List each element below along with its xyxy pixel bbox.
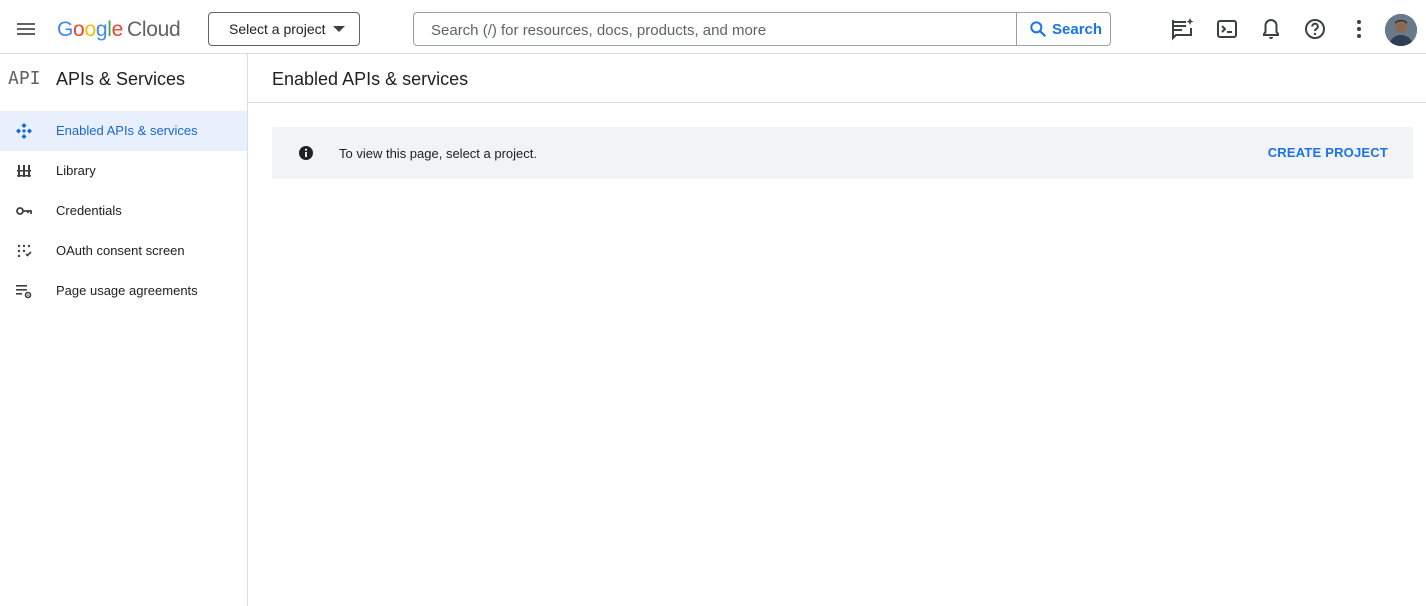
- avatar[interactable]: [1385, 14, 1417, 46]
- sidebar-item-credentials[interactable]: Credentials: [0, 191, 247, 231]
- help-icon[interactable]: [1303, 17, 1327, 41]
- sidebar-item-label: Enabled APIs & services: [56, 123, 198, 138]
- project-picker-button[interactable]: Select a project: [208, 12, 360, 46]
- sidebar-nav: Enabled APIs & services Library Credenti…: [0, 111, 247, 311]
- page-title: Enabled APIs & services: [272, 69, 469, 89]
- search-icon: [1030, 21, 1046, 37]
- sidebar-item-label: Page usage agreements: [56, 283, 198, 298]
- sidebar-item-enabled-apis[interactable]: Enabled APIs & services: [0, 111, 247, 151]
- main-content: Enabled APIs & services To view this pag…: [248, 54, 1426, 606]
- key-icon: [16, 207, 32, 215]
- svg-text:API: API: [8, 68, 41, 87]
- notifications-icon[interactable]: [1259, 17, 1283, 41]
- search-button-label: Search: [1052, 20, 1103, 38]
- top-bar: Google Cloud Select a project Search: [0, 6, 1426, 54]
- menu-icon[interactable]: [14, 17, 38, 41]
- info-icon: [299, 146, 313, 160]
- library-icon: [17, 165, 31, 177]
- page-header: Enabled APIs & services: [248, 54, 1426, 103]
- sidebar-header: API APIs & Services: [0, 54, 247, 102]
- caret-down-icon: [333, 26, 345, 32]
- sidebar-item-page-usage-agreements[interactable]: Page usage agreements: [0, 271, 247, 311]
- enabled-apis-icon: [16, 123, 32, 139]
- settings-list-icon: [16, 285, 32, 299]
- search-box: [413, 12, 1017, 47]
- search-button[interactable]: Search: [1016, 12, 1111, 46]
- api-logo-icon: API: [8, 68, 41, 87]
- gemini-chat-icon[interactable]: [1171, 17, 1195, 41]
- project-picker-label: Select a project: [229, 21, 326, 37]
- sidebar-item-label: Credentials: [56, 203, 122, 218]
- create-project-button[interactable]: CREATE PROJECT: [1268, 145, 1388, 160]
- user-avatar-icon: [1385, 14, 1417, 46]
- sidebar-item-oauth-consent[interactable]: OAuth consent screen: [0, 231, 247, 271]
- oauth-consent-icon: [17, 244, 32, 258]
- sidebar: API APIs & Services Enabled APIs & servi…: [0, 54, 248, 606]
- search-input[interactable]: [429, 13, 1013, 47]
- cloud-shell-icon[interactable]: [1215, 17, 1239, 41]
- sidebar-item-library[interactable]: Library: [0, 151, 247, 191]
- google-cloud-logo[interactable]: Google Cloud: [57, 18, 181, 42]
- info-banner: To view this page, select a project. CRE…: [272, 127, 1413, 179]
- sidebar-item-label: Library: [56, 163, 96, 178]
- banner-text: To view this page, select a project.: [339, 146, 537, 161]
- more-vert-icon[interactable]: [1347, 17, 1371, 41]
- sidebar-title: APIs & Services: [56, 69, 186, 89]
- sidebar-item-label: OAuth consent screen: [56, 243, 185, 258]
